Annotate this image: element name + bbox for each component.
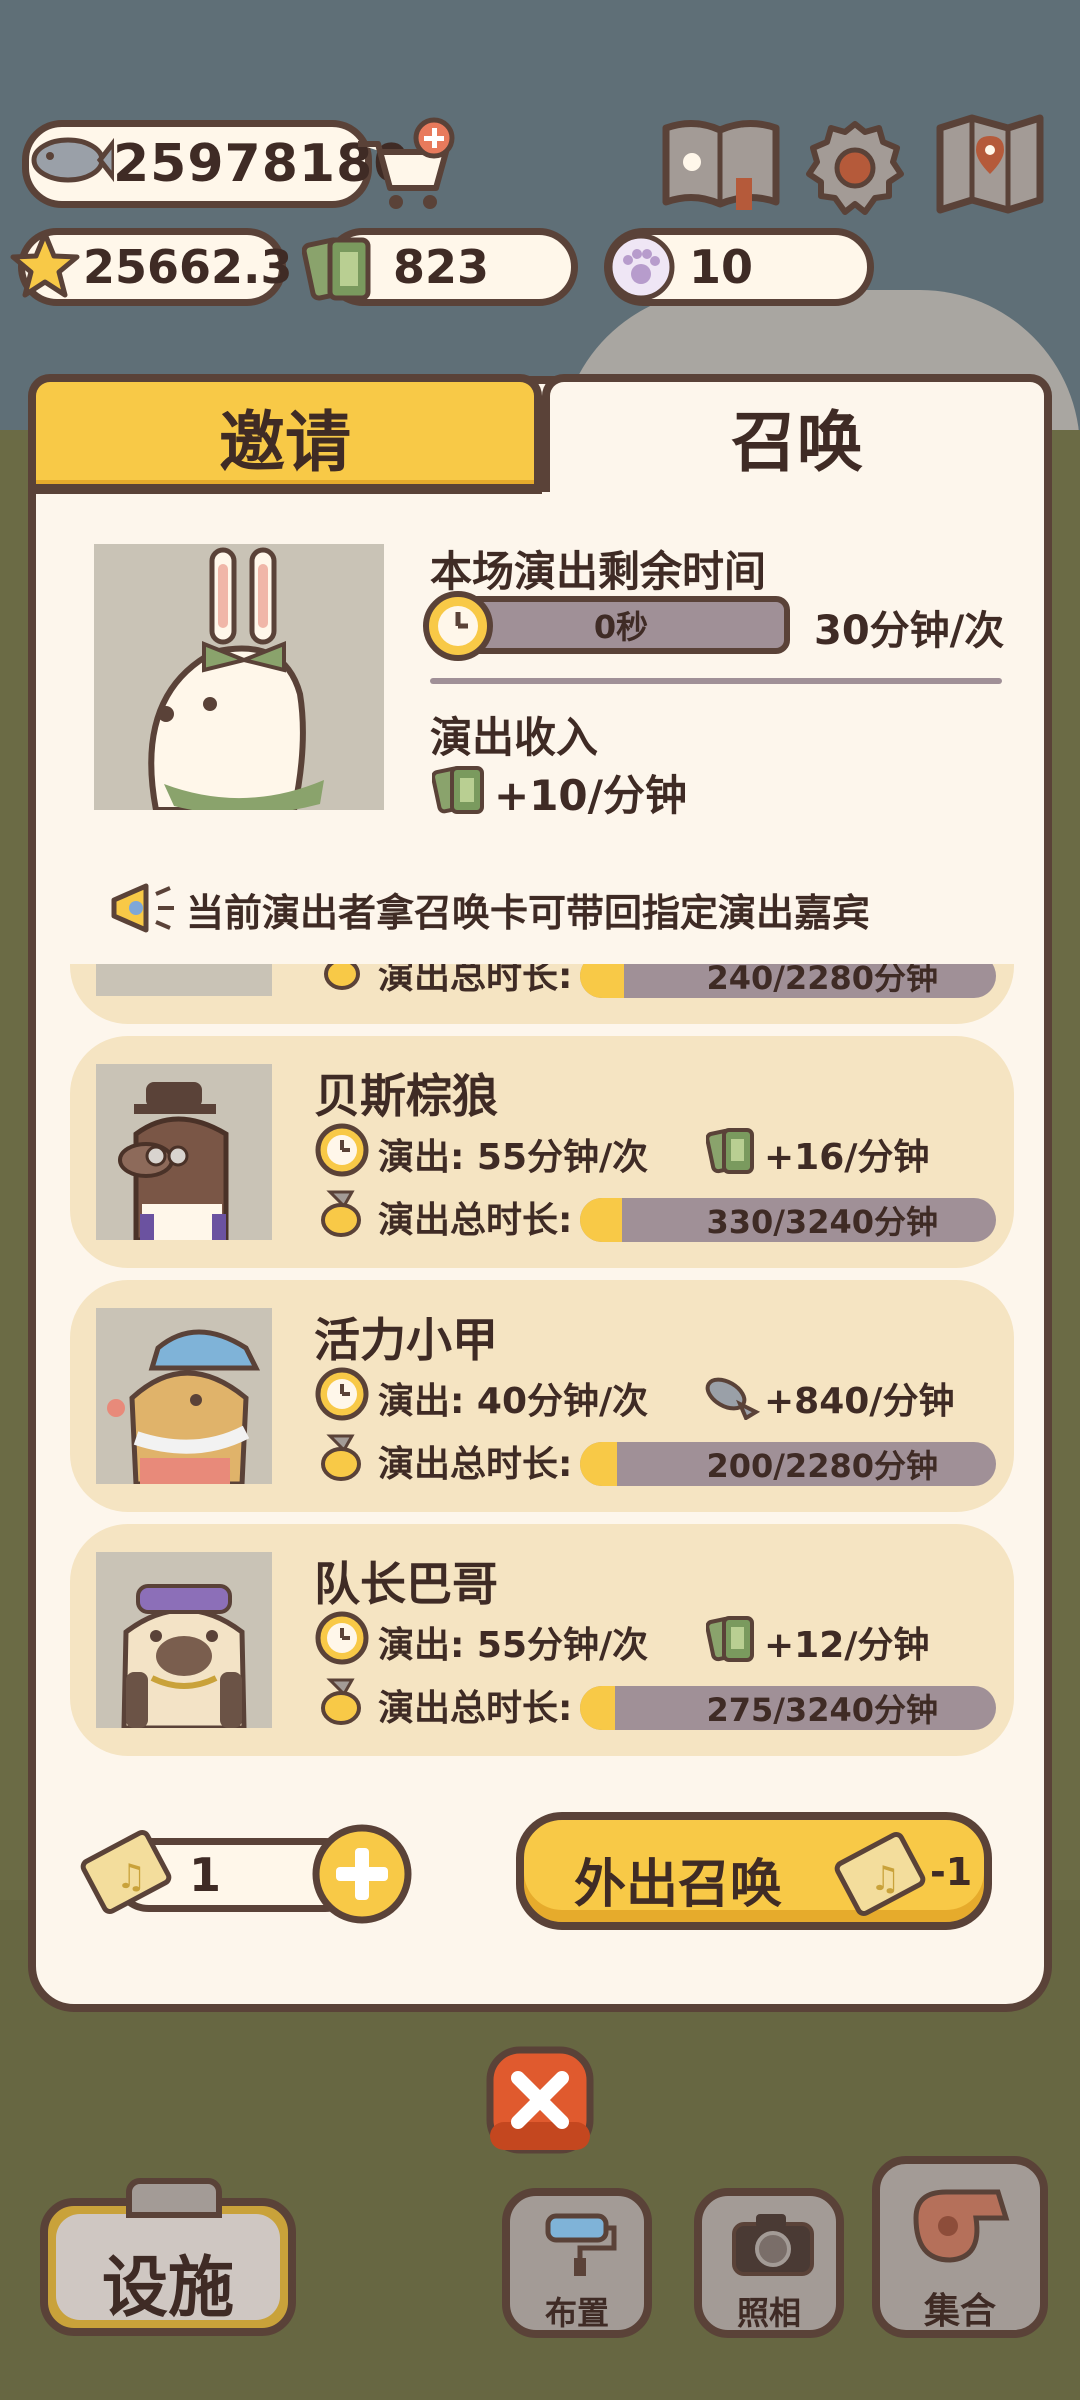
timer-icon — [423, 591, 493, 661]
photo-label: 照相 — [736, 2294, 801, 2332]
clipboard-clip — [126, 2178, 222, 2218]
fish-icon — [705, 1377, 760, 1420]
total-duration-label: 演出总时长: — [378, 1688, 573, 1729]
ticket-stack-icon — [706, 1128, 754, 1174]
performer-card-captain-pug[interactable]: 队长巴哥 演出: 55分钟/次 +12/分钟 演出总时长: 275/3240分钟 — [70, 1524, 1014, 1756]
gather-button[interactable]: 集合 — [872, 2156, 1048, 2338]
total-duration-value: 275/3240分钟 — [706, 1691, 938, 1729]
hourglass-icon — [321, 1434, 361, 1481]
megaphone-icon — [111, 883, 174, 933]
total-duration-bar: 200/2280分钟 — [580, 1442, 996, 1486]
summon-cost: -1 — [930, 1850, 973, 1894]
layout-button[interactable]: 布置 — [502, 2188, 652, 2338]
remaining-time-bar: 0秒 — [452, 596, 790, 654]
go-out-summon-button[interactable]: 外出召唤 ♫ -1 — [516, 1812, 992, 1930]
summon-card-icon: ♫ — [80, 1829, 172, 1915]
camera-icon — [732, 2214, 814, 2276]
performance-income: +16/分钟 — [764, 1137, 930, 1178]
shop-cart-icon[interactable] — [350, 114, 460, 214]
close-button[interactable] — [484, 2044, 596, 2156]
performance-income: +840/分钟 — [764, 1381, 955, 1422]
add-card-button[interactable] — [310, 1822, 414, 1926]
facilities-button[interactable]: 设施 — [40, 2198, 296, 2336]
performer-card[interactable]: 演出总时长: 240/2280分钟 — [70, 964, 1014, 1024]
book-icon[interactable] — [660, 118, 782, 212]
total-duration-label: 演出总时长: — [378, 1444, 573, 1485]
performance-duration: 30分钟/次 — [814, 608, 1005, 654]
whistle-icon — [913, 2189, 1010, 2263]
current-performer-portrait — [94, 544, 384, 810]
remaining-time-value: 0秒 — [593, 608, 649, 646]
total-duration-value: 200/2280分钟 — [706, 1447, 938, 1485]
svg-text:♫: ♫ — [116, 1857, 146, 1897]
timer-icon — [315, 1367, 369, 1421]
summon-card-icon: ♫ — [834, 1831, 926, 1917]
facilities-label: 设施 — [102, 2249, 234, 2326]
performer-portrait — [96, 1064, 272, 1240]
performer-name: 贝斯棕狼 — [314, 1069, 498, 1123]
performer-portrait — [96, 964, 272, 996]
paw-icon — [607, 233, 675, 301]
income-label: 演出收入 — [430, 713, 599, 762]
tab-invite[interactable]: 邀请 — [28, 374, 542, 492]
performance-duration: 演出: 40分钟/次 — [378, 1381, 649, 1422]
total-duration-label: 演出总时长: — [378, 1200, 573, 1241]
paint-roller-icon — [545, 2213, 617, 2276]
total-duration-bar: 240/2280分钟 — [580, 964, 996, 998]
tab-invite-label: 邀请 — [219, 404, 351, 481]
total-duration-label: 演出总时长: — [378, 964, 573, 997]
summon-notice: 当前演出者拿召唤卡可带回指定演出嘉宾 — [186, 891, 871, 935]
performer-card-energetic-beetle[interactable]: 活力小甲 演出: 40分钟/次 +840/分钟 演出总时长: 200/2280分… — [70, 1280, 1014, 1512]
paw-count: 10 — [689, 240, 754, 294]
performance-duration: 演出: 55分钟/次 — [378, 1625, 649, 1666]
performer-card-bass-wolf[interactable]: 贝斯棕狼 演出: 55分钟/次 +16/分钟 演出总时长: 330/3240分钟 — [70, 1036, 1014, 1268]
performance-duration: 演出: 55分钟/次 — [378, 1137, 649, 1178]
map-icon[interactable] — [934, 114, 1046, 214]
fish-icon — [31, 137, 114, 183]
wolf-icon — [118, 1082, 229, 1240]
photo-button[interactable]: 照相 — [694, 2188, 844, 2338]
go-out-summon-label: 外出召唤 — [574, 1855, 783, 1915]
total-duration-value: 240/2280分钟 — [706, 964, 938, 997]
performer-portrait — [96, 1552, 272, 1728]
total-duration-value: 330/3240分钟 — [706, 1203, 938, 1241]
summon-card-count-value: 1 — [189, 1848, 222, 1902]
performer-name: 活力小甲 — [314, 1313, 498, 1367]
performer-list[interactable]: 演出总时长: 240/2280分钟 贝斯棕狼 演出: 55分钟/次 +16/分钟 — [60, 964, 1020, 1764]
svg-text:♫: ♫ — [870, 1859, 900, 1899]
gather-label: 集合 — [923, 2291, 996, 2332]
total-duration-bar: 275/3240分钟 — [580, 1686, 996, 1730]
layout-label: 布置 — [544, 2294, 609, 2332]
star-icon — [10, 231, 80, 298]
tab-summon-label: 召唤 — [731, 404, 863, 481]
rabbit-icon — [148, 547, 324, 810]
settings-gear-icon[interactable] — [805, 118, 905, 218]
income-value: +10/分钟 — [494, 771, 687, 820]
performer-portrait — [96, 1308, 272, 1484]
star-count: 25662.3 — [83, 240, 293, 294]
pug-icon — [121, 1584, 247, 1728]
section-divider — [430, 678, 1002, 684]
ferret-icon — [107, 1329, 261, 1484]
hourglass-icon — [321, 1190, 361, 1237]
tab-summon[interactable]: 召唤 — [542, 374, 1052, 492]
ticket-stack-icon — [302, 237, 371, 301]
hourglass-icon — [324, 964, 360, 990]
total-duration-bar: 330/3240分钟 — [580, 1198, 996, 1242]
ticket-count: 823 — [393, 240, 490, 294]
ticket-stack-icon — [432, 766, 484, 814]
timer-icon — [315, 1123, 369, 1177]
performer-name: 队长巴哥 — [314, 1557, 498, 1611]
timer-icon — [315, 1611, 369, 1665]
tab-divider — [36, 484, 542, 494]
hourglass-icon — [321, 1678, 361, 1725]
ticket-stack-icon — [706, 1616, 754, 1662]
performance-income: +12/分钟 — [764, 1625, 930, 1666]
